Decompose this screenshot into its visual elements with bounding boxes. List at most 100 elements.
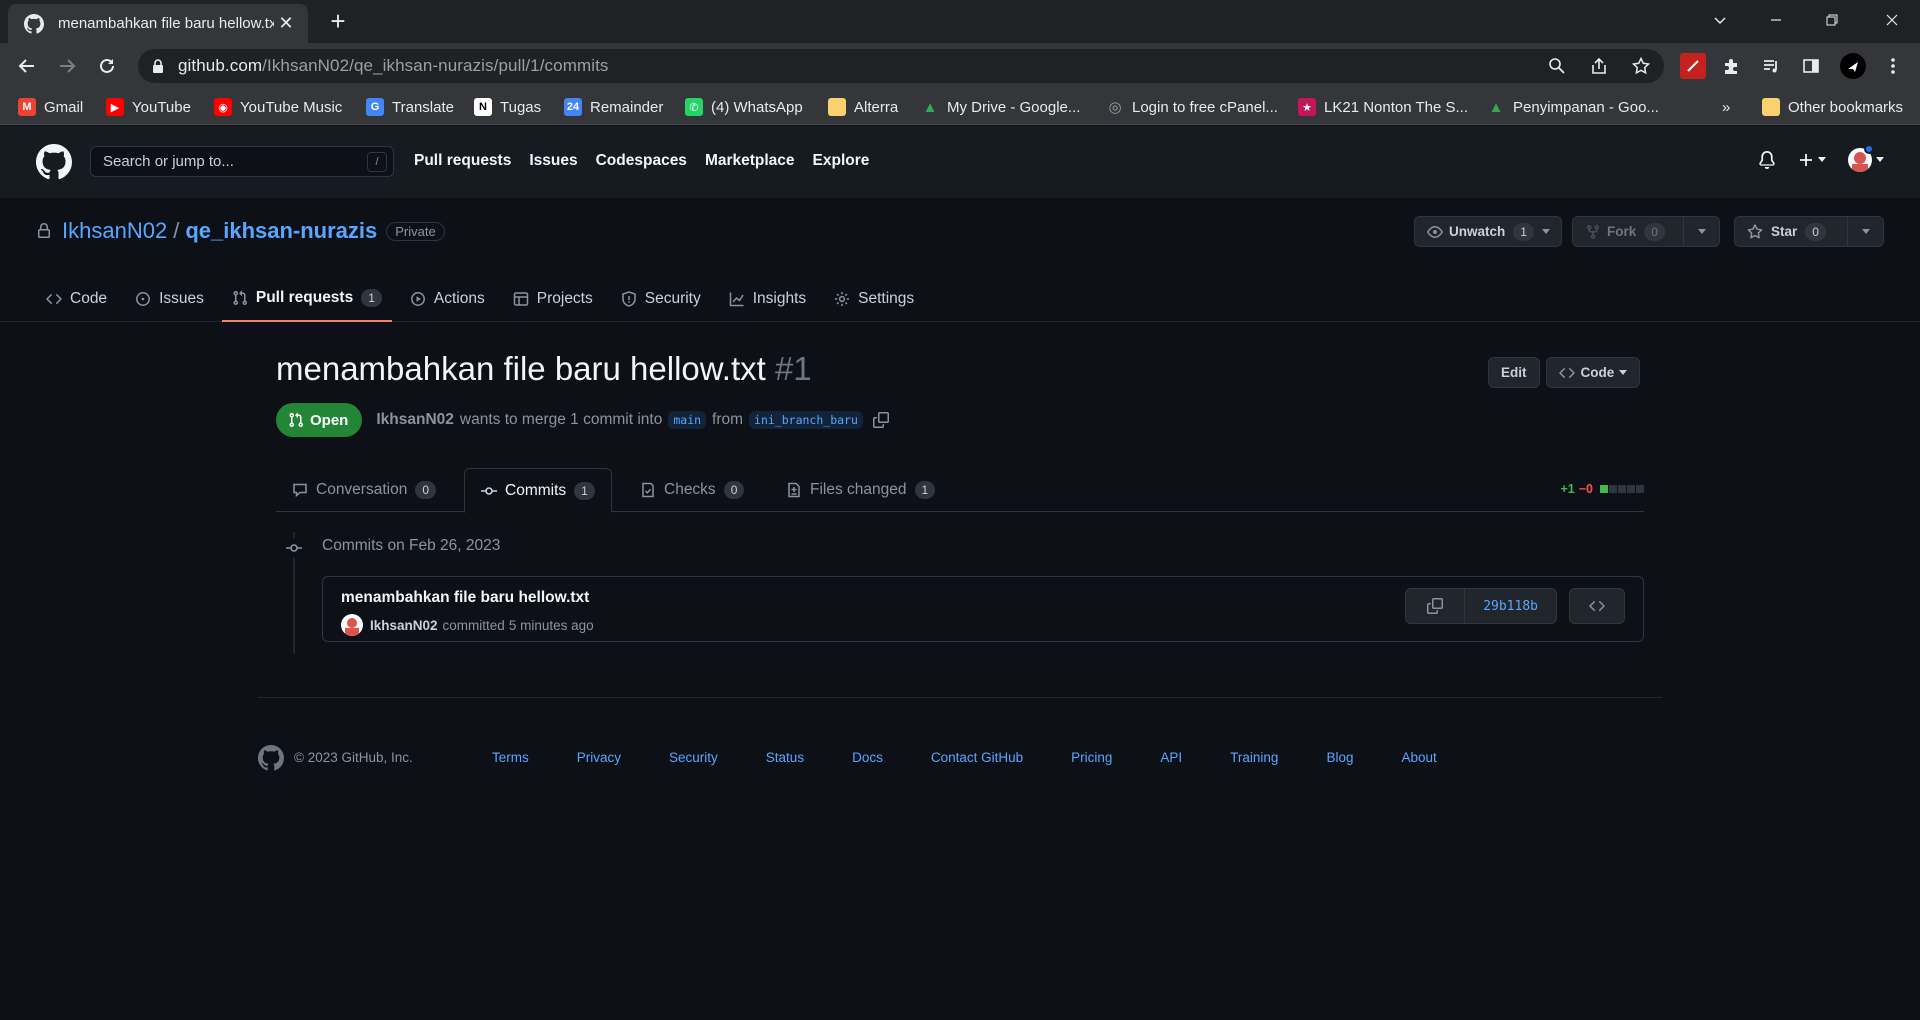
github-logo-icon[interactable] xyxy=(36,144,72,180)
commit-message-link[interactable]: menambahkan file baru hellow.txt xyxy=(341,589,589,607)
comment-icon xyxy=(293,483,307,498)
notifications-bell-icon[interactable] xyxy=(1758,151,1776,169)
create-new-dropdown[interactable] xyxy=(1798,152,1826,168)
copy-sha-button[interactable] xyxy=(1406,589,1464,623)
base-branch[interactable]: main xyxy=(668,411,707,429)
footer-link-training[interactable]: Training xyxy=(1230,750,1278,765)
bookmark-label: Penyimpanan - Goo... xyxy=(1513,98,1659,116)
tab-code[interactable]: Code xyxy=(36,276,117,322)
share-icon[interactable] xyxy=(1590,57,1608,75)
code-icon xyxy=(1558,367,1575,378)
avatar[interactable] xyxy=(341,614,363,636)
user-menu-dropdown[interactable] xyxy=(1848,144,1884,172)
copy-icon[interactable] xyxy=(872,412,889,428)
close-window-button[interactable] xyxy=(1864,0,1920,40)
footer-link-blog[interactable]: Blog xyxy=(1326,750,1353,765)
head-branch[interactable]: ini_branch_baru xyxy=(749,411,863,429)
fork-dropdown[interactable] xyxy=(1683,217,1719,246)
star-button[interactable]: Star 0 xyxy=(1734,216,1884,247)
tab-security[interactable]: Security xyxy=(611,276,711,322)
side-panel-icon[interactable] xyxy=(1798,53,1824,79)
nav-pull-requests[interactable]: Pull requests xyxy=(414,152,511,170)
bookmark-item[interactable]: ▲ My Drive - Google... xyxy=(921,95,1081,119)
bookmark-item[interactable]: Alterra xyxy=(828,95,898,119)
github-logo-icon[interactable] xyxy=(258,745,284,771)
tab-close-icon[interactable]: ✕ xyxy=(274,13,298,34)
bookmark-item[interactable]: N Tugas xyxy=(474,95,541,119)
tab-commits[interactable]: Commits 1 xyxy=(464,468,612,513)
footer-link-pricing[interactable]: Pricing xyxy=(1071,750,1112,765)
new-tab-button[interactable]: + xyxy=(322,6,354,38)
footer-link-api[interactable]: API xyxy=(1160,750,1182,765)
pr-author-link[interactable]: IkhsanN02 xyxy=(376,411,454,429)
browser-tab[interactable]: menambahkan file baru hellow.txt ✕ xyxy=(8,4,308,43)
footer-link-privacy[interactable]: Privacy xyxy=(577,750,621,765)
bookmark-item[interactable]: ▲ Penyimpanan - Goo... xyxy=(1487,95,1659,119)
tab-insights[interactable]: Insights xyxy=(719,276,816,322)
tab-label: Checks xyxy=(664,481,716,498)
bookmark-item[interactable]: ▶ YouTube xyxy=(106,95,191,119)
tab-actions[interactable]: Actions xyxy=(400,276,495,322)
forward-button[interactable] xyxy=(50,49,84,83)
bookmark-star-icon[interactable] xyxy=(1632,57,1650,75)
bookmark-label: Login to free cPanel... xyxy=(1132,98,1278,116)
nav-explore[interactable]: Explore xyxy=(813,152,870,170)
zoom-icon[interactable] xyxy=(1548,57,1566,75)
address-bar[interactable]: github.com/IkhsanN02/qe_ikhsan-nurazis/p… xyxy=(138,49,1664,83)
repo-name-link[interactable]: qe_ikhsan-nurazis xyxy=(185,218,377,244)
bookmark-item[interactable]: 24 Remainder xyxy=(564,95,663,119)
tab-pull-requests[interactable]: Pull requests 1 xyxy=(221,276,392,322)
browse-repo-button[interactable] xyxy=(1569,588,1625,624)
unwatch-button[interactable]: Unwatch 1 xyxy=(1414,216,1562,247)
footer-link-status[interactable]: Status xyxy=(766,750,804,765)
nav-codespaces[interactable]: Codespaces xyxy=(596,152,687,170)
nav-marketplace[interactable]: Marketplace xyxy=(705,152,795,170)
tab-label: Actions xyxy=(433,290,485,307)
footer-link-security[interactable]: Security xyxy=(669,750,718,765)
profile-avatar-icon[interactable] xyxy=(1840,53,1866,79)
commit-author-link[interactable]: IkhsanN02 xyxy=(370,618,438,633)
more-bookmarks-button[interactable]: » xyxy=(1722,95,1730,119)
footer-link-terms[interactable]: Terms xyxy=(492,750,529,765)
reload-button[interactable] xyxy=(90,49,124,83)
extensions-puzzle-icon[interactable] xyxy=(1718,53,1744,79)
tab-settings[interactable]: Settings xyxy=(824,276,924,322)
tab-checks[interactable]: Checks 0 xyxy=(624,468,760,512)
lock-icon[interactable] xyxy=(152,59,164,73)
tab-search-icon[interactable] xyxy=(1692,0,1748,40)
commit-time: 5 minutes ago xyxy=(508,617,594,633)
browser-menu-icon[interactable] xyxy=(1880,53,1906,79)
bookmark-item[interactable]: G Translate xyxy=(366,95,454,119)
back-button[interactable] xyxy=(10,49,44,83)
repo-owner-link[interactable]: IkhsanN02 xyxy=(62,218,167,244)
footer-link-about[interactable]: About xyxy=(1401,750,1436,765)
edit-button[interactable]: Edit xyxy=(1488,357,1540,388)
media-control-icon[interactable] xyxy=(1758,53,1784,79)
fork-button[interactable]: Fork 0 xyxy=(1572,216,1720,247)
bookmark-label: Tugas xyxy=(500,98,542,116)
browser-tabstrip: menambahkan file baru hellow.txt ✕ + xyxy=(0,0,1920,43)
tab-projects[interactable]: Projects xyxy=(503,276,603,322)
footer-link-contact[interactable]: Contact GitHub xyxy=(931,750,1023,765)
tab-label: Security xyxy=(644,290,701,307)
bookmark-item[interactable]: ◉ YouTube Music xyxy=(214,95,342,119)
bookmark-item[interactable]: ✆ (4) WhatsApp xyxy=(685,95,803,119)
tab-issues[interactable]: Issues xyxy=(125,276,214,322)
restore-button[interactable] xyxy=(1804,0,1860,40)
fork-count: 0 xyxy=(1644,222,1665,241)
star-dropdown[interactable] xyxy=(1847,217,1883,246)
commit-sha-link[interactable]: 29b118b xyxy=(1464,589,1556,623)
extension-red-icon[interactable] xyxy=(1680,53,1706,79)
bookmark-item[interactable]: M Gmail xyxy=(18,95,83,119)
tab-conversation[interactable]: Conversation 0 xyxy=(276,468,452,512)
bookmark-item[interactable]: ◎ Login to free cPanel... xyxy=(1106,95,1278,119)
minimize-button[interactable] xyxy=(1748,0,1804,40)
tab-files-changed[interactable]: Files changed 1 xyxy=(770,468,951,512)
commits-count: 1 xyxy=(574,481,595,500)
search-input[interactable]: Search or jump to... / xyxy=(90,146,394,177)
bookmark-item[interactable]: ★ LK21 Nonton The S... xyxy=(1298,95,1468,119)
other-bookmarks[interactable]: Other bookmarks xyxy=(1762,95,1903,119)
footer-link-docs[interactable]: Docs xyxy=(852,750,883,765)
code-dropdown-button[interactable]: Code xyxy=(1545,357,1641,388)
nav-issues[interactable]: Issues xyxy=(529,152,577,170)
